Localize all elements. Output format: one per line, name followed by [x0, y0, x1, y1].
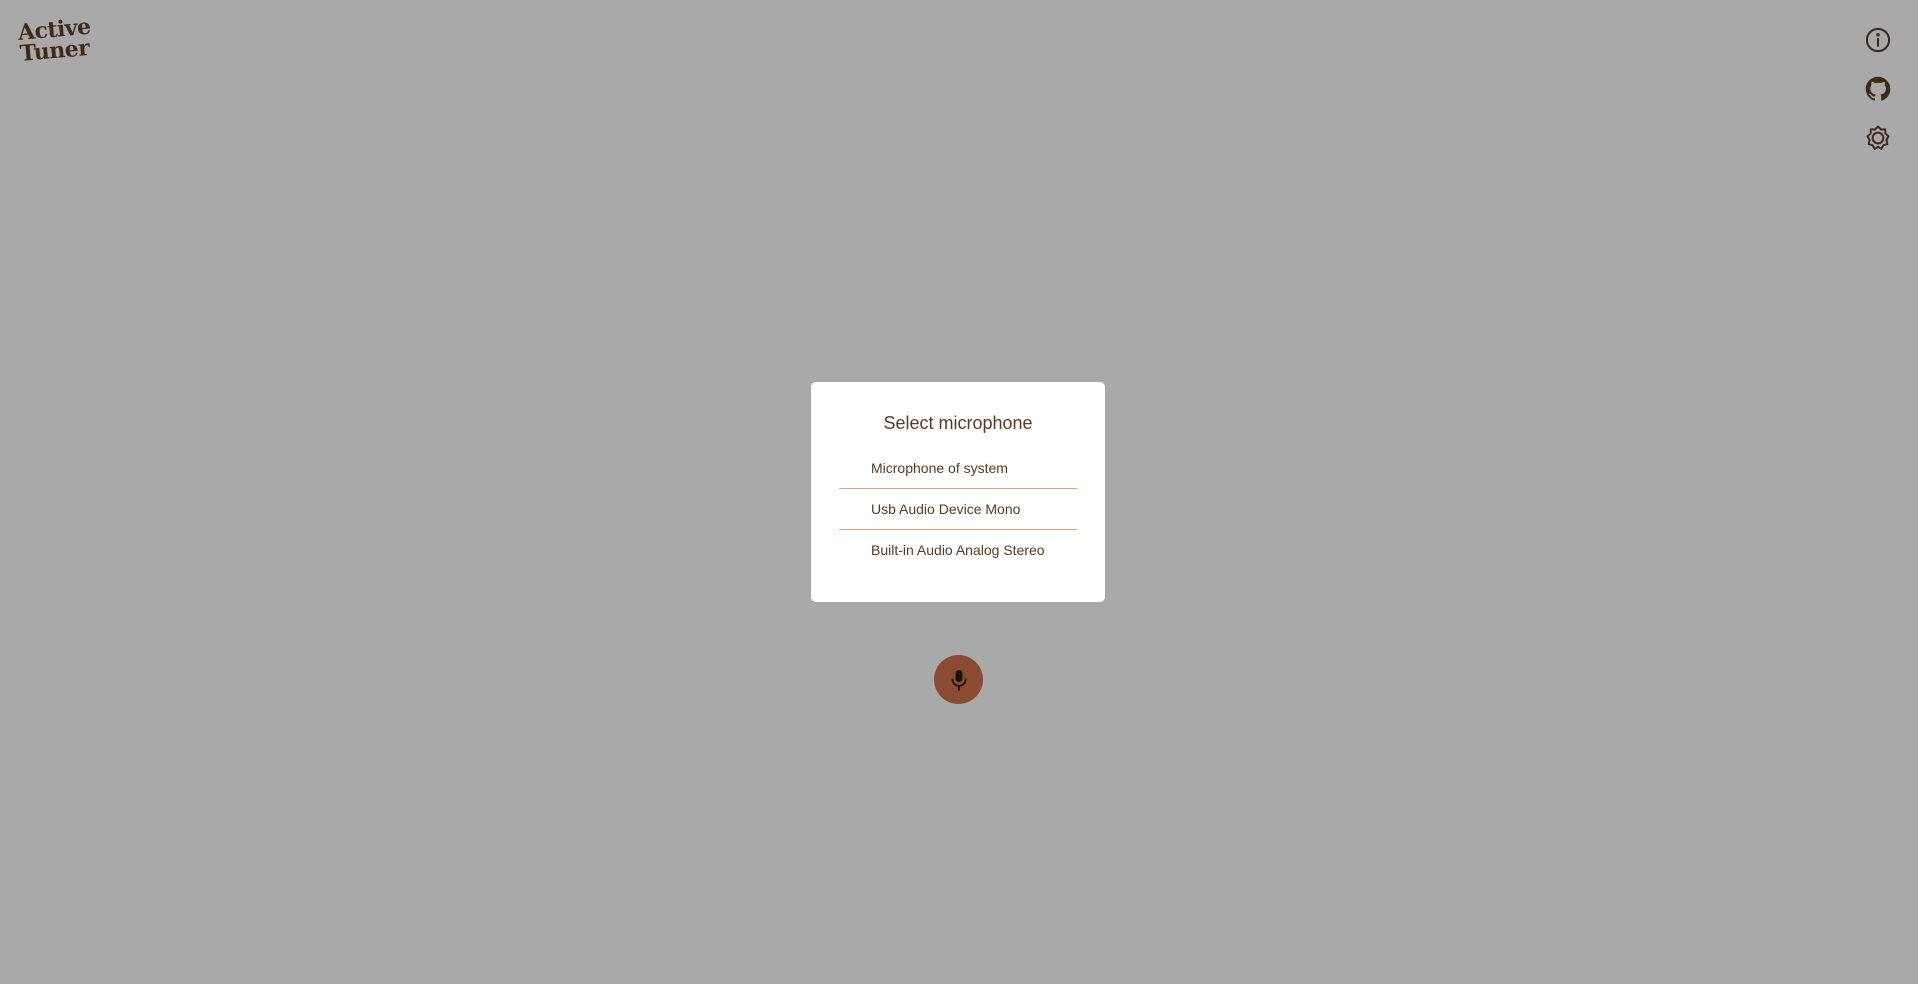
microphone-option[interactable]: Built-in Audio Analog Stereo: [839, 530, 1077, 570]
microphone-icon: [951, 669, 966, 691]
microphone-option[interactable]: Microphone of system: [839, 448, 1077, 489]
info-icon[interactable]: [1864, 26, 1892, 54]
settings-icon[interactable]: [1864, 124, 1892, 152]
logo-text-line2: Tuner: [18, 34, 91, 67]
app-logo: Active Tuner: [16, 14, 96, 68]
microphone-option[interactable]: Usb Audio Device Mono: [839, 489, 1077, 530]
microphone-button[interactable]: [934, 655, 983, 704]
github-icon[interactable]: [1864, 75, 1892, 103]
select-microphone-dialog: Select microphone Microphone of system U…: [811, 382, 1105, 602]
dialog-title: Select microphone: [883, 413, 1033, 433]
microphone-list: Microphone of system Usb Audio Device Mo…: [839, 448, 1077, 570]
header-actions: [1864, 26, 1892, 173]
